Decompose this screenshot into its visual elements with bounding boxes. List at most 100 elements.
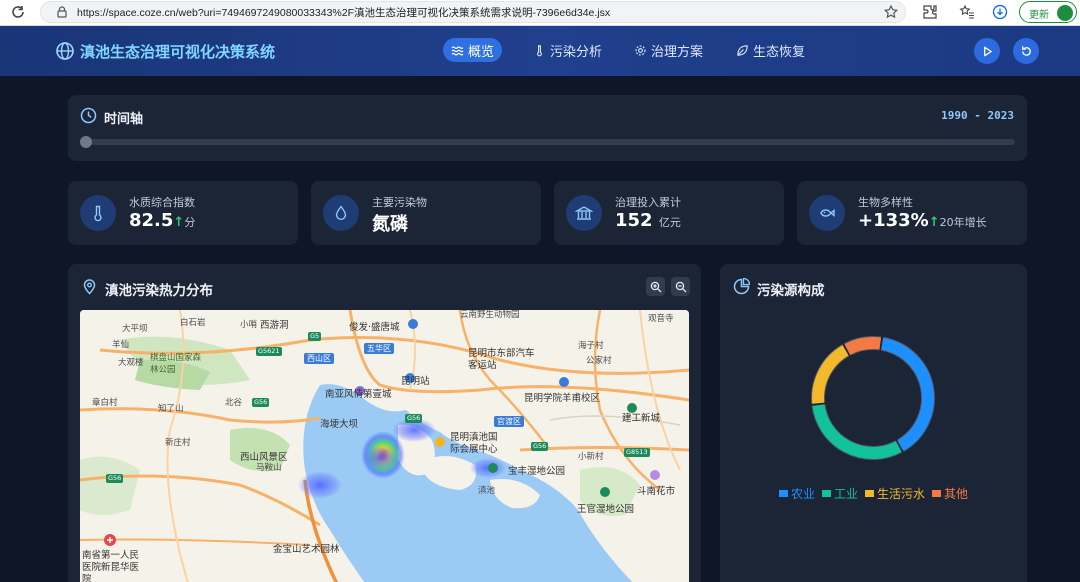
heatmap-panel: 滇池污染热力分布 西游洞 俊发·盛唐城 云南野生动物园 大平坝 白石岩 小哨 羊… xyxy=(68,264,701,582)
app-header: 滇池生态治理可视化决策系统 概览 污染分析 治理方案 生态恢复 xyxy=(0,26,1080,76)
stat-label: 生物多样性 xyxy=(858,196,913,209)
droplet-icon xyxy=(323,195,359,231)
road-shield: G56 xyxy=(405,414,423,423)
stat-value: 152 亿元 xyxy=(615,210,681,231)
timeline-slider[interactable] xyxy=(80,136,1015,148)
fish-icon xyxy=(809,195,845,231)
legend-swatch xyxy=(865,490,874,497)
profile-avatar-icon xyxy=(1057,5,1073,21)
legend-item[interactable]: 生活污水 xyxy=(865,485,925,502)
map-label: 小哨 xyxy=(240,320,258,330)
map-label: 滇池 xyxy=(478,486,496,496)
play-button[interactable] xyxy=(974,38,1000,64)
pollution-source-panel: 污染源构成 农业 工业 生活污水 其他 xyxy=(720,264,1027,582)
stat-number: 152 xyxy=(615,210,653,231)
nav-treatment-plan-label: 治理方案 xyxy=(651,44,704,60)
stat-value: 82.5↑分 xyxy=(129,210,195,231)
map-label: 王官湿地公园 xyxy=(577,504,635,515)
donut-slice-3[interactable] xyxy=(844,337,882,355)
district-tag: 五华区 xyxy=(364,343,394,354)
legend-swatch xyxy=(821,490,831,497)
stat-number: 82.5 xyxy=(129,210,174,231)
map-label: 马鞍山 xyxy=(256,463,282,473)
map-label: 羊仙 xyxy=(112,340,130,350)
stat-number: 氮磷 xyxy=(372,214,408,235)
favorites-icon[interactable] xyxy=(959,4,975,20)
zoom-out-button[interactable] xyxy=(671,277,690,296)
timeline-title: 时间轴 xyxy=(104,112,144,127)
zoom-in-button[interactable] xyxy=(646,277,665,296)
bank-icon xyxy=(566,195,602,231)
legend-label: 工业 xyxy=(833,487,858,501)
map-label: 海埂大坝 xyxy=(320,419,359,430)
map-label: 北谷 xyxy=(225,398,243,408)
trend-up-icon: ↑ xyxy=(173,215,185,230)
reload-icon[interactable] xyxy=(10,4,26,20)
map-label: 南亚风情第壹城 xyxy=(325,389,392,400)
nav-ecological-restoration[interactable]: 生态恢复 xyxy=(728,38,813,62)
legend-item[interactable]: 农业 xyxy=(778,485,815,502)
map-view[interactable]: 西游洞 俊发·盛唐城 云南野生动物园 大平坝 白石岩 小哨 羊仙 大观楼 棋盘山… xyxy=(80,310,689,582)
stat-card-water-quality: 水质综合指数 82.5↑分 xyxy=(68,181,298,245)
app-title: 滇池生态治理可视化决策系统 xyxy=(80,43,276,61)
timeline-panel: 时间轴 1990 - 2023 xyxy=(68,95,1027,161)
heat-spot-center xyxy=(362,446,398,470)
reset-button[interactable] xyxy=(1013,38,1039,64)
waves-icon xyxy=(451,45,464,56)
pollution-donut-chart xyxy=(811,336,935,460)
gear-icon xyxy=(635,44,646,56)
stat-unit: 分 xyxy=(184,216,196,229)
nav-overview[interactable]: 概览 xyxy=(443,38,503,62)
stat-value: 氮磷 xyxy=(372,210,408,236)
map-label: 海子村 xyxy=(578,341,604,351)
address-bar[interactable]: https://space.coze.cn/web?uri=7494697249… xyxy=(40,1,906,23)
heat-spot-west-bay xyxy=(298,471,342,499)
clock-icon xyxy=(80,107,97,124)
stat-unit: 亿元 xyxy=(658,216,681,229)
map-label: 知了山 xyxy=(158,404,184,414)
chart-legend: 农业 工业 生活污水 其他 xyxy=(720,485,1027,502)
nav-treatment-plan[interactable]: 治理方案 xyxy=(626,38,711,62)
map-label: 俊发·盛唐城 xyxy=(349,322,400,333)
download-icon[interactable] xyxy=(992,4,1008,20)
map-label: 观音寺 xyxy=(648,314,674,324)
legend-item[interactable]: 工业 xyxy=(821,485,858,502)
refresh-icon xyxy=(1021,45,1031,56)
nav-overview-label: 概览 xyxy=(468,44,495,60)
legend-label: 生活污水 xyxy=(877,487,926,501)
stat-card-biodiversity: 生物多样性 +133%↑20年增长 xyxy=(797,181,1027,245)
update-button[interactable]: 更新 xyxy=(1019,1,1077,23)
update-label: 更新 xyxy=(1029,10,1049,21)
trend-up-icon: ↑ xyxy=(928,215,940,230)
stat-card-investment: 治理投入累计 152 亿元 xyxy=(554,181,784,245)
donut-slice-1[interactable] xyxy=(812,404,902,459)
map-label: 建工新城 xyxy=(622,413,661,424)
site-info-icon[interactable] xyxy=(55,5,69,19)
zoom-out-icon xyxy=(675,281,686,292)
timeline-slider-handle[interactable] xyxy=(80,136,92,148)
stat-label: 治理投入累计 xyxy=(615,196,681,209)
map-label: 南省第一人民医院新昆华医院 xyxy=(82,550,140,582)
heatmap-title: 滇池污染热力分布 xyxy=(105,283,213,299)
legend-item[interactable]: 其他 xyxy=(932,485,968,502)
map-label: 白石岩 xyxy=(180,318,206,328)
url-text: https://space.coze.cn/web?uri=7494697249… xyxy=(77,7,611,19)
play-icon xyxy=(983,46,992,56)
stat-label: 主要污染物 xyxy=(372,196,427,209)
map-label: 大观楼 xyxy=(118,358,144,368)
donut-slice-2[interactable] xyxy=(812,345,849,404)
stat-label: 水质综合指数 xyxy=(129,196,195,209)
legend-swatch xyxy=(778,490,788,497)
stat-card-main-pollutant: 主要污染物 氮磷 xyxy=(311,181,541,245)
map-label: 昆明滇池国际会展中心 xyxy=(450,432,498,455)
road-shield: G5 xyxy=(308,332,322,341)
extensions-icon[interactable] xyxy=(922,4,938,20)
map-label: 云南野生动物园 xyxy=(460,310,520,320)
district-tag: 西山区 xyxy=(304,353,334,364)
road-shield: G5621 xyxy=(256,347,282,356)
bookmark-star-icon[interactable] xyxy=(883,4,899,20)
thermometer-icon xyxy=(80,195,116,231)
district-tag: 官渡区 xyxy=(494,416,524,427)
map-label: 昆明市东部汽车客运站 xyxy=(468,348,535,371)
nav-pollution-analysis[interactable]: 污染分析 xyxy=(525,38,610,62)
